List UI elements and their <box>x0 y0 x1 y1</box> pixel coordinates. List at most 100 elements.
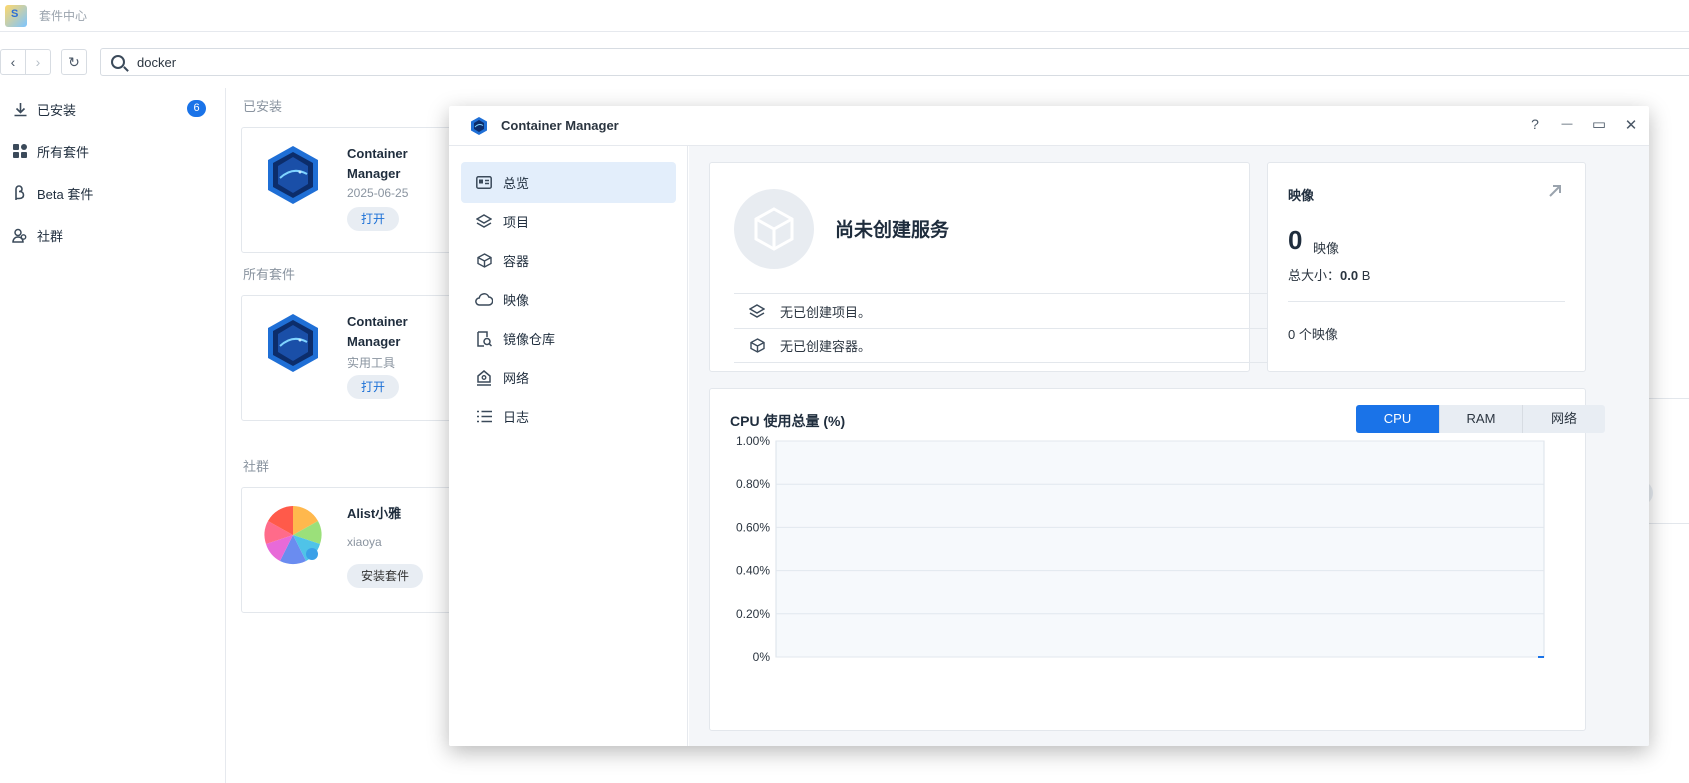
window-title: Container Manager <box>501 118 619 133</box>
service-placeholder <box>734 189 814 269</box>
nav-registry[interactable]: 镜像仓库 <box>461 318 676 359</box>
window-titlebar[interactable]: Container Manager ? — ▭ ✕ <box>449 106 1649 146</box>
plot-area <box>775 440 1545 658</box>
open-external-icon[interactable] <box>1547 183 1563 199</box>
cube-icon <box>754 207 794 251</box>
package-card-container-manager-installed[interactable]: Container Manager 2025-06-25 打开 <box>241 127 455 253</box>
nav-label: 映像 <box>503 293 530 308</box>
sidebar-item-community[interactable]: 社群 <box>0 214 225 256</box>
divider <box>1288 301 1565 302</box>
section-all-packages-label: 所有套件 <box>243 267 296 282</box>
alist-xiaoya-icon <box>264 506 322 565</box>
sidebar-item-label: 所有套件 <box>37 144 90 160</box>
package-date: 2025-06-25 <box>347 186 409 200</box>
services-title: 尚未创建服务 <box>835 220 950 241</box>
section-installed-label: 已安装 <box>243 99 283 114</box>
image-count: 0 <box>1288 225 1303 255</box>
package-card-container-manager-all[interactable]: Container Manager 实用工具 打开 <box>241 295 455 421</box>
services-panel: 尚未创建服务 无已创建项目。 无已创建容器。 <box>709 162 1269 372</box>
sidebar-item-label: 社群 <box>37 228 64 244</box>
nav-containers[interactable]: 容器 <box>461 240 676 281</box>
layers-icon <box>475 214 493 230</box>
cpu-chart-panel: CPU 使用总量 (%) CPU RAM 网络 1.00% 0.80% 0.60% 0… <box>709 388 1605 731</box>
package-card-alist-xiaoya[interactable]: Alist小雅 xiaoya 安装套件 <box>241 487 455 613</box>
container-manager-logo-icon <box>471 116 487 135</box>
registry-search-icon <box>475 330 493 347</box>
sidebar: 已安装 6 所有套件 Beta 套件 社群 <box>0 88 226 783</box>
images-panel: 映像 0 映像 总大小：0.0 B 0 个映像 <box>1267 162 1586 372</box>
maximize-button[interactable]: ▭ <box>1589 115 1609 133</box>
image-total-size: 总大小：0.0 B <box>1288 265 1370 284</box>
y-tick-label: 0.60% <box>736 520 770 534</box>
package-category: 实用工具 <box>347 356 396 370</box>
refresh-button[interactable]: ↻ <box>61 49 87 75</box>
package-name: Container Manager <box>347 146 408 181</box>
nav-network[interactable]: 网络 <box>461 357 676 398</box>
package-author: xiaoya <box>347 535 382 549</box>
layers-icon <box>748 302 766 320</box>
download-icon <box>12 101 28 117</box>
no-projects-row: 无已创建项目。 <box>734 293 1269 328</box>
forward-button[interactable]: › <box>25 49 51 75</box>
install-package-button[interactable]: 安装套件 <box>347 564 424 588</box>
window-sidebar: 总览 项目 容器 映像 镜像仓库 网络 日志 <box>449 146 688 746</box>
cloud-icon <box>475 292 493 308</box>
no-projects-text: 无已创建项目。 <box>780 304 872 320</box>
package-name: Alist小雅 <box>347 506 402 521</box>
nav-label: 网络 <box>503 371 530 386</box>
nav-label: 总览 <box>503 176 530 191</box>
y-tick-label: 0.80% <box>736 477 770 491</box>
package-center-logo-icon: S <box>5 4 27 27</box>
nav-images[interactable]: 映像 <box>461 279 676 320</box>
installed-count-badge: 6 <box>187 100 206 117</box>
image-list-summary: 0 个映像 <box>1288 327 1338 342</box>
nav-label: 容器 <box>503 254 530 269</box>
container-manager-window: Container Manager ? — ▭ ✕ 总览 项目 容器 映像 镜像… <box>449 106 1649 746</box>
no-containers-text: 无已创建容器。 <box>780 339 872 354</box>
grid-icon <box>12 143 28 159</box>
sidebar-item-installed[interactable]: 已安装 6 <box>0 88 225 130</box>
size-label: 总大小： <box>1288 268 1341 283</box>
open-button[interactable]: 打开 <box>347 207 400 231</box>
nav-logs[interactable]: 日志 <box>461 396 676 437</box>
open-button[interactable]: 打开 <box>347 375 400 399</box>
sidebar-item-label: 已安装 <box>37 102 77 118</box>
overview-content: 尚未创建服务 无已创建项目。 无已创建容器。 映像 0 映像 总大小：0.0 B… <box>689 146 1649 746</box>
search-box[interactable] <box>100 48 1689 76</box>
y-tick-label: 0.20% <box>736 607 770 621</box>
y-tick-label: 0% <box>753 650 771 664</box>
close-button[interactable]: ✕ <box>1621 116 1641 134</box>
image-count-unit: 映像 <box>1313 241 1340 256</box>
nav-label: 项目 <box>503 215 530 230</box>
back-button[interactable]: ‹ <box>0 49 26 75</box>
y-tick-label: 1.00% <box>736 434 770 448</box>
community-icon <box>12 227 28 243</box>
section-community-label: 社群 <box>243 459 270 474</box>
nav-label: 镜像仓库 <box>503 332 556 347</box>
images-title: 映像 <box>1288 188 1315 203</box>
sidebar-item-beta[interactable]: Beta 套件 <box>0 172 225 214</box>
overview-icon <box>475 175 493 191</box>
size-value: 0.0 <box>1340 268 1359 283</box>
search-input[interactable] <box>137 54 537 70</box>
app-title: 套件中心 <box>39 9 88 23</box>
container-manager-icon <box>268 146 318 204</box>
list-icon <box>475 409 493 425</box>
nav-projects[interactable]: 项目 <box>461 201 676 242</box>
help-button[interactable]: ? <box>1525 116 1545 132</box>
refresh-icon: ↻ <box>68 53 80 70</box>
toolbar: ‹ › ↻ <box>0 48 1689 76</box>
minimize-button[interactable]: — <box>1557 118 1577 130</box>
chevron-right-icon: › <box>35 54 41 70</box>
nav-overview[interactable]: 总览 <box>461 162 676 203</box>
sidebar-item-all-packages[interactable]: 所有套件 <box>0 130 225 172</box>
cube-icon <box>748 337 766 355</box>
cube-icon <box>475 253 493 269</box>
app-titlebar: S 套件中心 <box>0 0 1689 32</box>
sidebar-item-label: Beta 套件 <box>37 186 94 202</box>
package-name: Container Manager <box>347 314 408 349</box>
nav-label: 日志 <box>503 410 530 425</box>
beta-icon <box>12 185 28 201</box>
no-containers-row: 无已创建容器。 <box>734 328 1269 363</box>
container-manager-icon <box>268 314 318 372</box>
